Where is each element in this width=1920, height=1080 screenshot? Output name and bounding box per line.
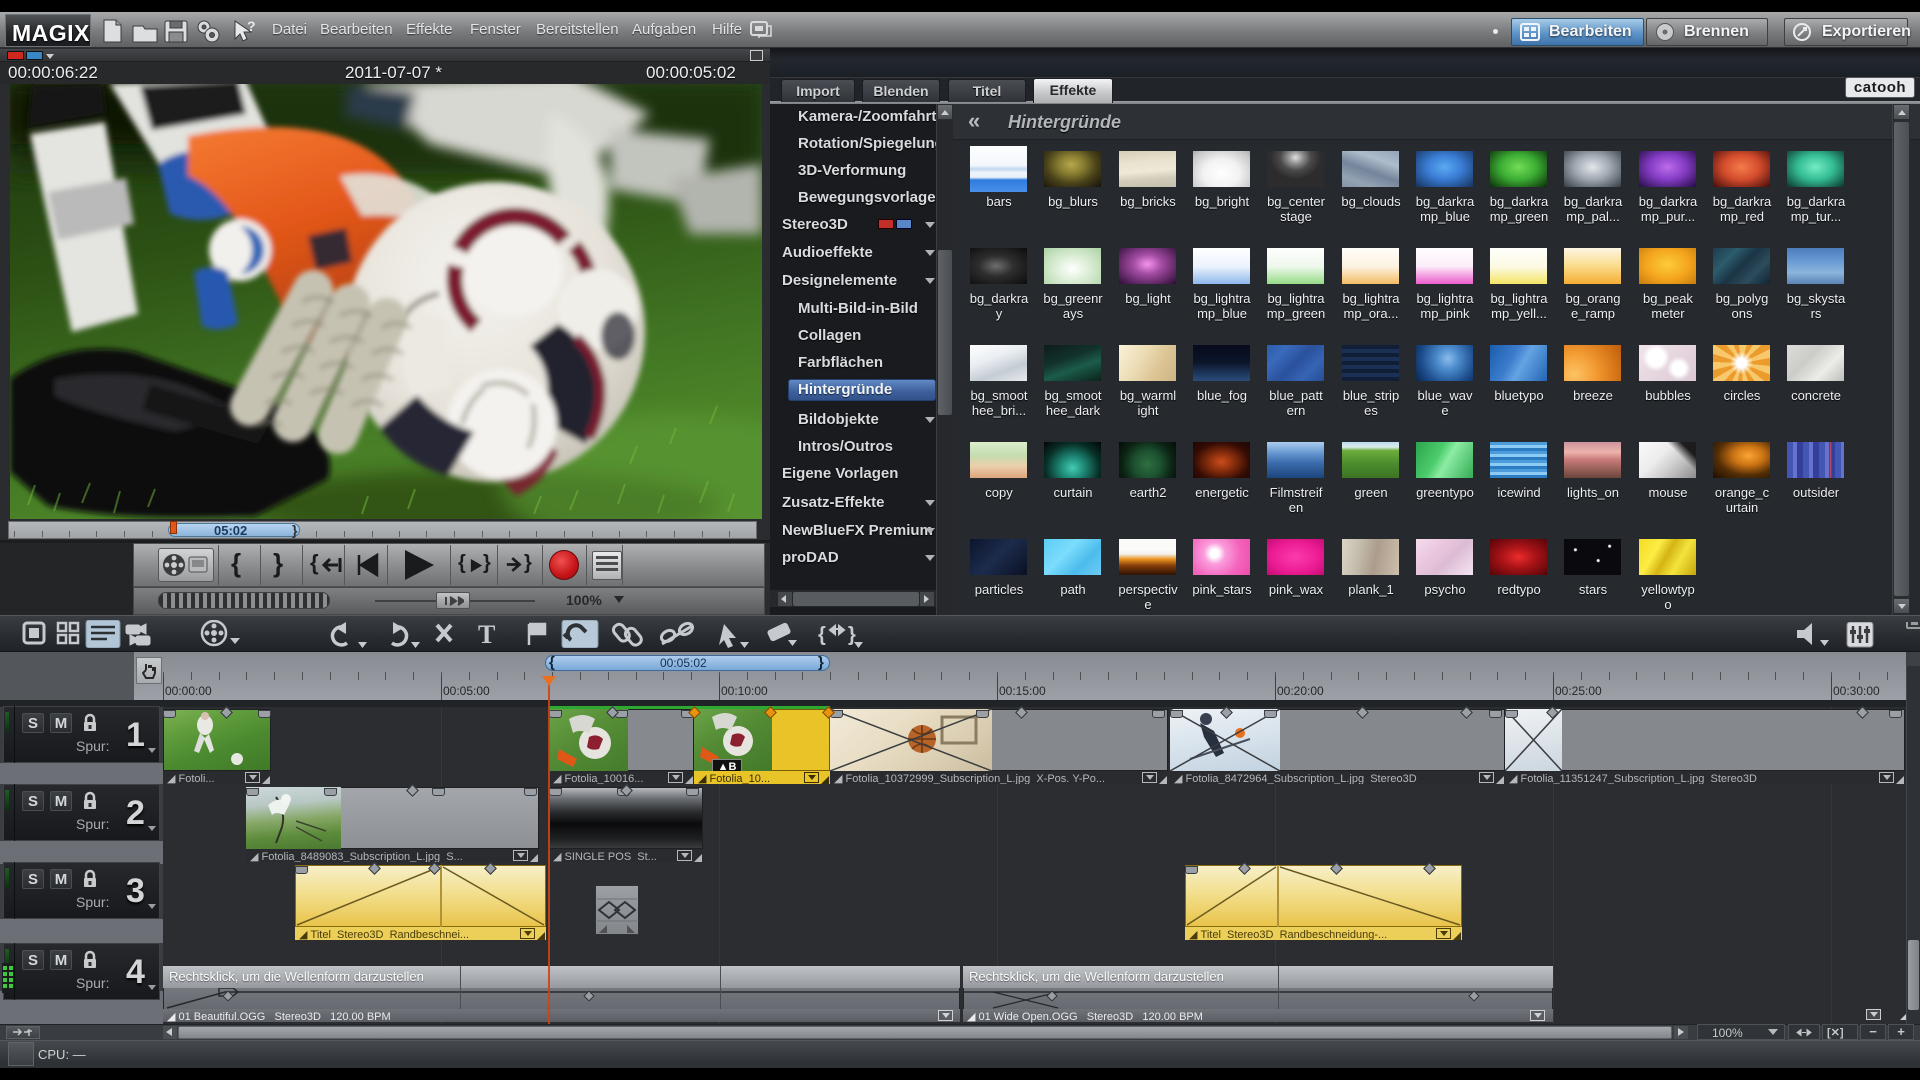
svg-text:{: {: [818, 624, 826, 646]
svg-text:?: ?: [247, 18, 256, 34]
svg-text:T: T: [478, 620, 495, 648]
